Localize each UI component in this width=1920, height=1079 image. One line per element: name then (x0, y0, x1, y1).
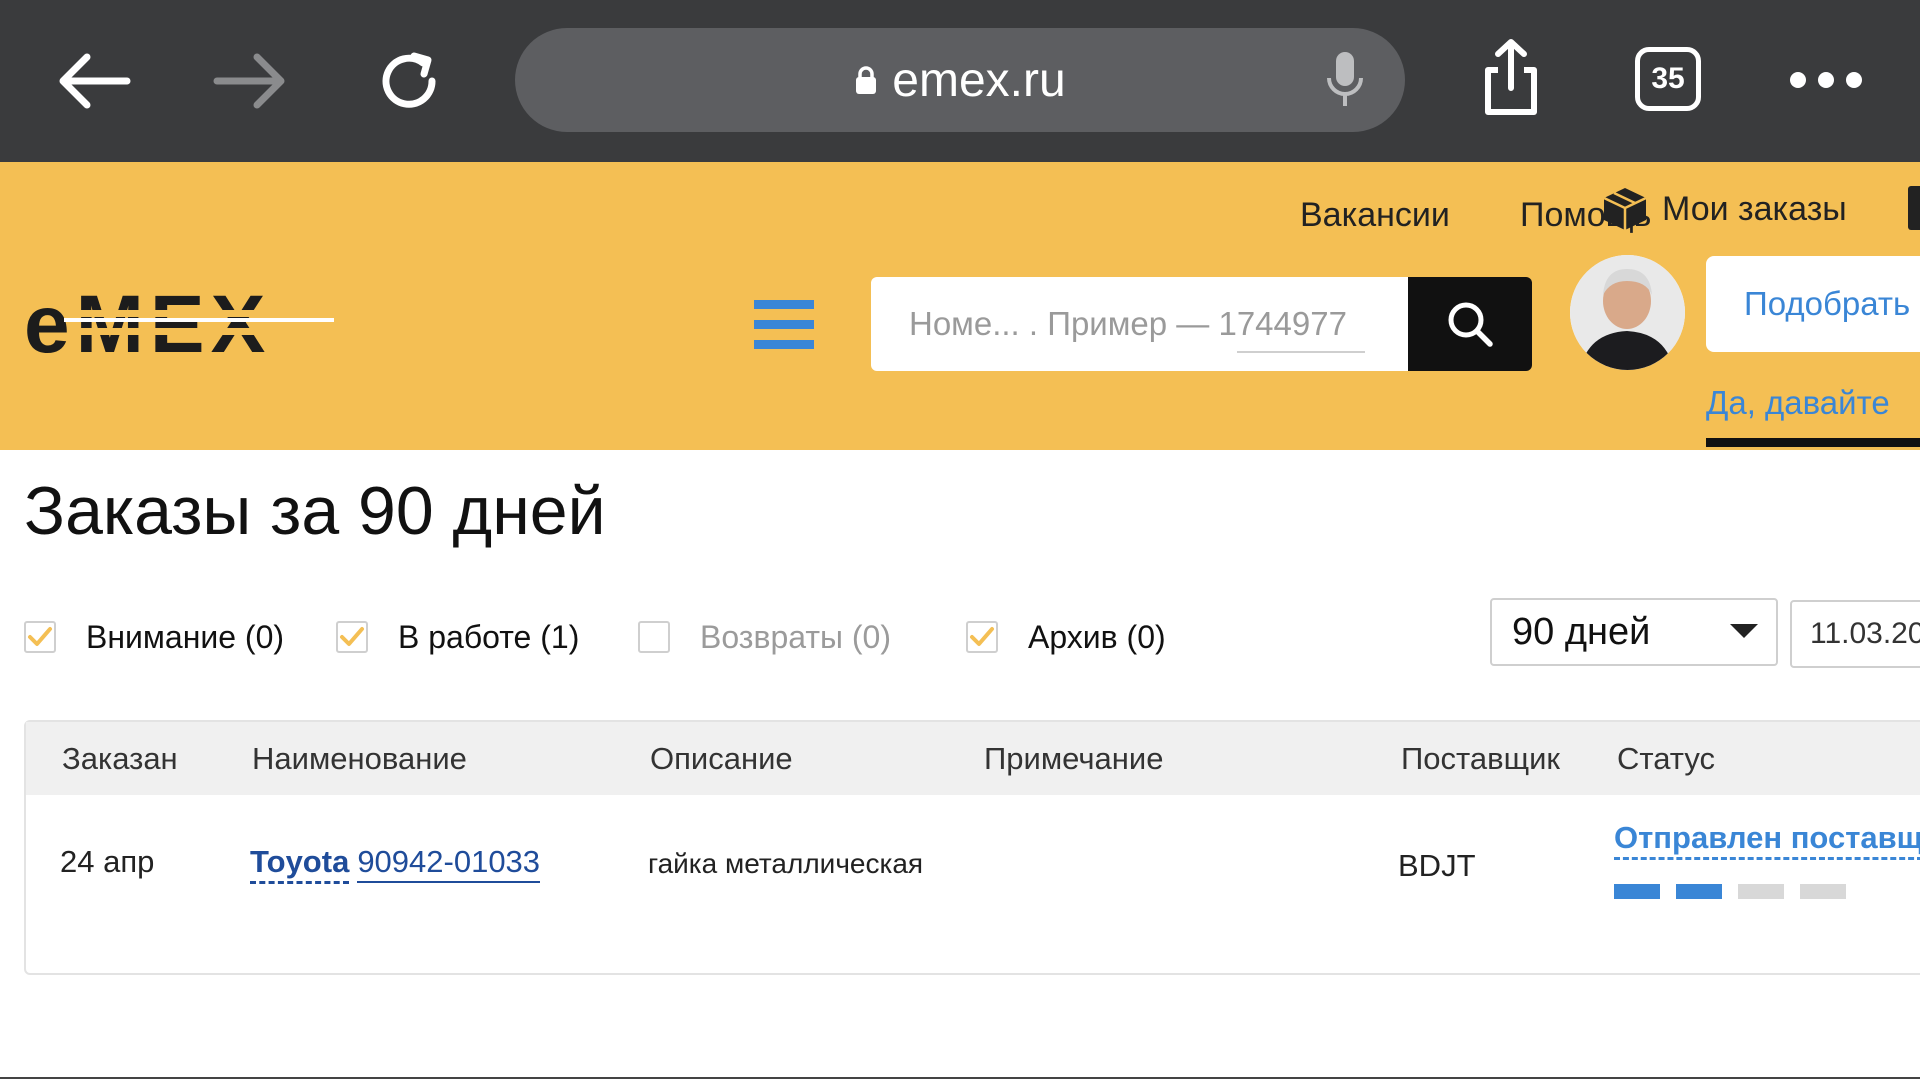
url-text: emex.ru (892, 53, 1066, 107)
share-button[interactable] (1476, 36, 1546, 121)
arrow-left-icon (59, 53, 131, 109)
status-progress-segment (1614, 884, 1660, 899)
filter-archive-label: Архив (0) (1028, 618, 1166, 655)
checkmark-icon (970, 627, 994, 646)
status-link[interactable]: Отправлен поставщ (1614, 820, 1920, 860)
status-progress-segment (1800, 884, 1846, 899)
period-select[interactable]: 90 дней (1490, 598, 1778, 666)
cell-name: Toyota 90942-01033 (250, 844, 541, 884)
filter-attention[interactable]: Внимание (0) (24, 612, 284, 662)
share-icon (1485, 39, 1537, 115)
checkbox-archive[interactable] (966, 621, 998, 653)
arrow-right-icon (213, 53, 285, 109)
filter-archive[interactable]: Архив (0) (966, 612, 1166, 662)
checkmark-icon (340, 627, 364, 646)
vacancies-link[interactable]: Вакансии (1300, 196, 1450, 235)
pick-button-label: Подобрать (1744, 285, 1911, 322)
part-number-link[interactable]: 90942-01033 (357, 844, 541, 883)
table-header: Заказан Наименование Описание Примечание… (26, 722, 1920, 795)
yes-link-underline (1706, 438, 1920, 447)
address-bar[interactable]: emex.ru (515, 28, 1405, 132)
svg-text:eMEX: eMEX (24, 288, 271, 360)
column-header-ordered[interactable]: Заказан (62, 722, 178, 795)
column-header-note[interactable]: Примечание (984, 722, 1163, 795)
ellipsis-icon (1790, 72, 1862, 88)
status-progress-segment (1738, 884, 1784, 899)
box-icon (1600, 184, 1650, 239)
column-header-status[interactable]: Статус (1617, 722, 1715, 795)
my-orders-link[interactable]: Мои заказы (1662, 190, 1847, 229)
search-placeholder: Номе... . Пример — 1744977 (909, 305, 1347, 342)
filter-attention-label: Внимание (0) (86, 618, 285, 655)
reload-button[interactable] (364, 36, 454, 126)
avatar[interactable] (1570, 255, 1685, 370)
status-progress-segment (1676, 884, 1722, 899)
emex-logo[interactable]: eMEX (24, 279, 364, 370)
date-from-value: 11.03.20 (1810, 617, 1920, 650)
column-header-name[interactable]: Наименование (252, 722, 467, 795)
lock-icon (854, 65, 878, 95)
pick-button[interactable]: Подобрать (1706, 256, 1920, 352)
column-header-supplier[interactable]: Поставщик (1401, 722, 1560, 795)
forward-button[interactable] (206, 36, 296, 126)
checkbox-attention[interactable] (24, 621, 56, 653)
browser-toolbar: emex.ru 35 (0, 0, 1920, 162)
date-from-input[interactable]: 11.03.20 (1790, 600, 1920, 668)
checkmark-icon (28, 627, 52, 646)
tabs-button[interactable]: 35 (1635, 47, 1701, 111)
caret-down-icon (1730, 624, 1758, 638)
filter-in-progress[interactable]: В работе (1) (336, 612, 579, 662)
back-button[interactable] (48, 36, 138, 126)
search-icon (1448, 302, 1493, 347)
period-select-value: 90 дней (1512, 610, 1651, 653)
reload-icon (382, 52, 436, 108)
cart-icon[interactable] (1908, 186, 1920, 230)
search-input[interactable]: Номе... . Пример — 1744977 (871, 277, 1409, 371)
filter-returns[interactable]: Возвраты (0) (638, 612, 891, 662)
column-header-description[interactable]: Описание (650, 722, 793, 795)
yes-link[interactable]: Да, давайте (1706, 384, 1890, 422)
cell-ordered-date: 24 апр (60, 844, 155, 879)
cell-description: гайка металлическая (648, 848, 924, 879)
page-title: Заказы за 90 дней (24, 473, 606, 549)
placeholder-underline (1237, 351, 1365, 353)
filter-in-progress-label: В работе (1) (398, 618, 580, 655)
hamburger-icon (754, 300, 814, 349)
more-button[interactable] (1786, 66, 1866, 99)
microphone-icon[interactable] (1325, 50, 1365, 115)
cell-status: Отправлен поставщ (1614, 820, 1920, 860)
brand-link[interactable]: Toyota (250, 844, 350, 884)
menu-button[interactable] (754, 298, 814, 355)
filter-returns-label: Возвраты (0) (700, 618, 891, 655)
address-bar-content: emex.ru (515, 28, 1405, 132)
checkbox-returns[interactable] (638, 621, 670, 653)
cell-supplier: BDJT (1398, 848, 1476, 883)
checkbox-in-progress[interactable] (336, 621, 368, 653)
search-button[interactable] (1408, 277, 1532, 371)
